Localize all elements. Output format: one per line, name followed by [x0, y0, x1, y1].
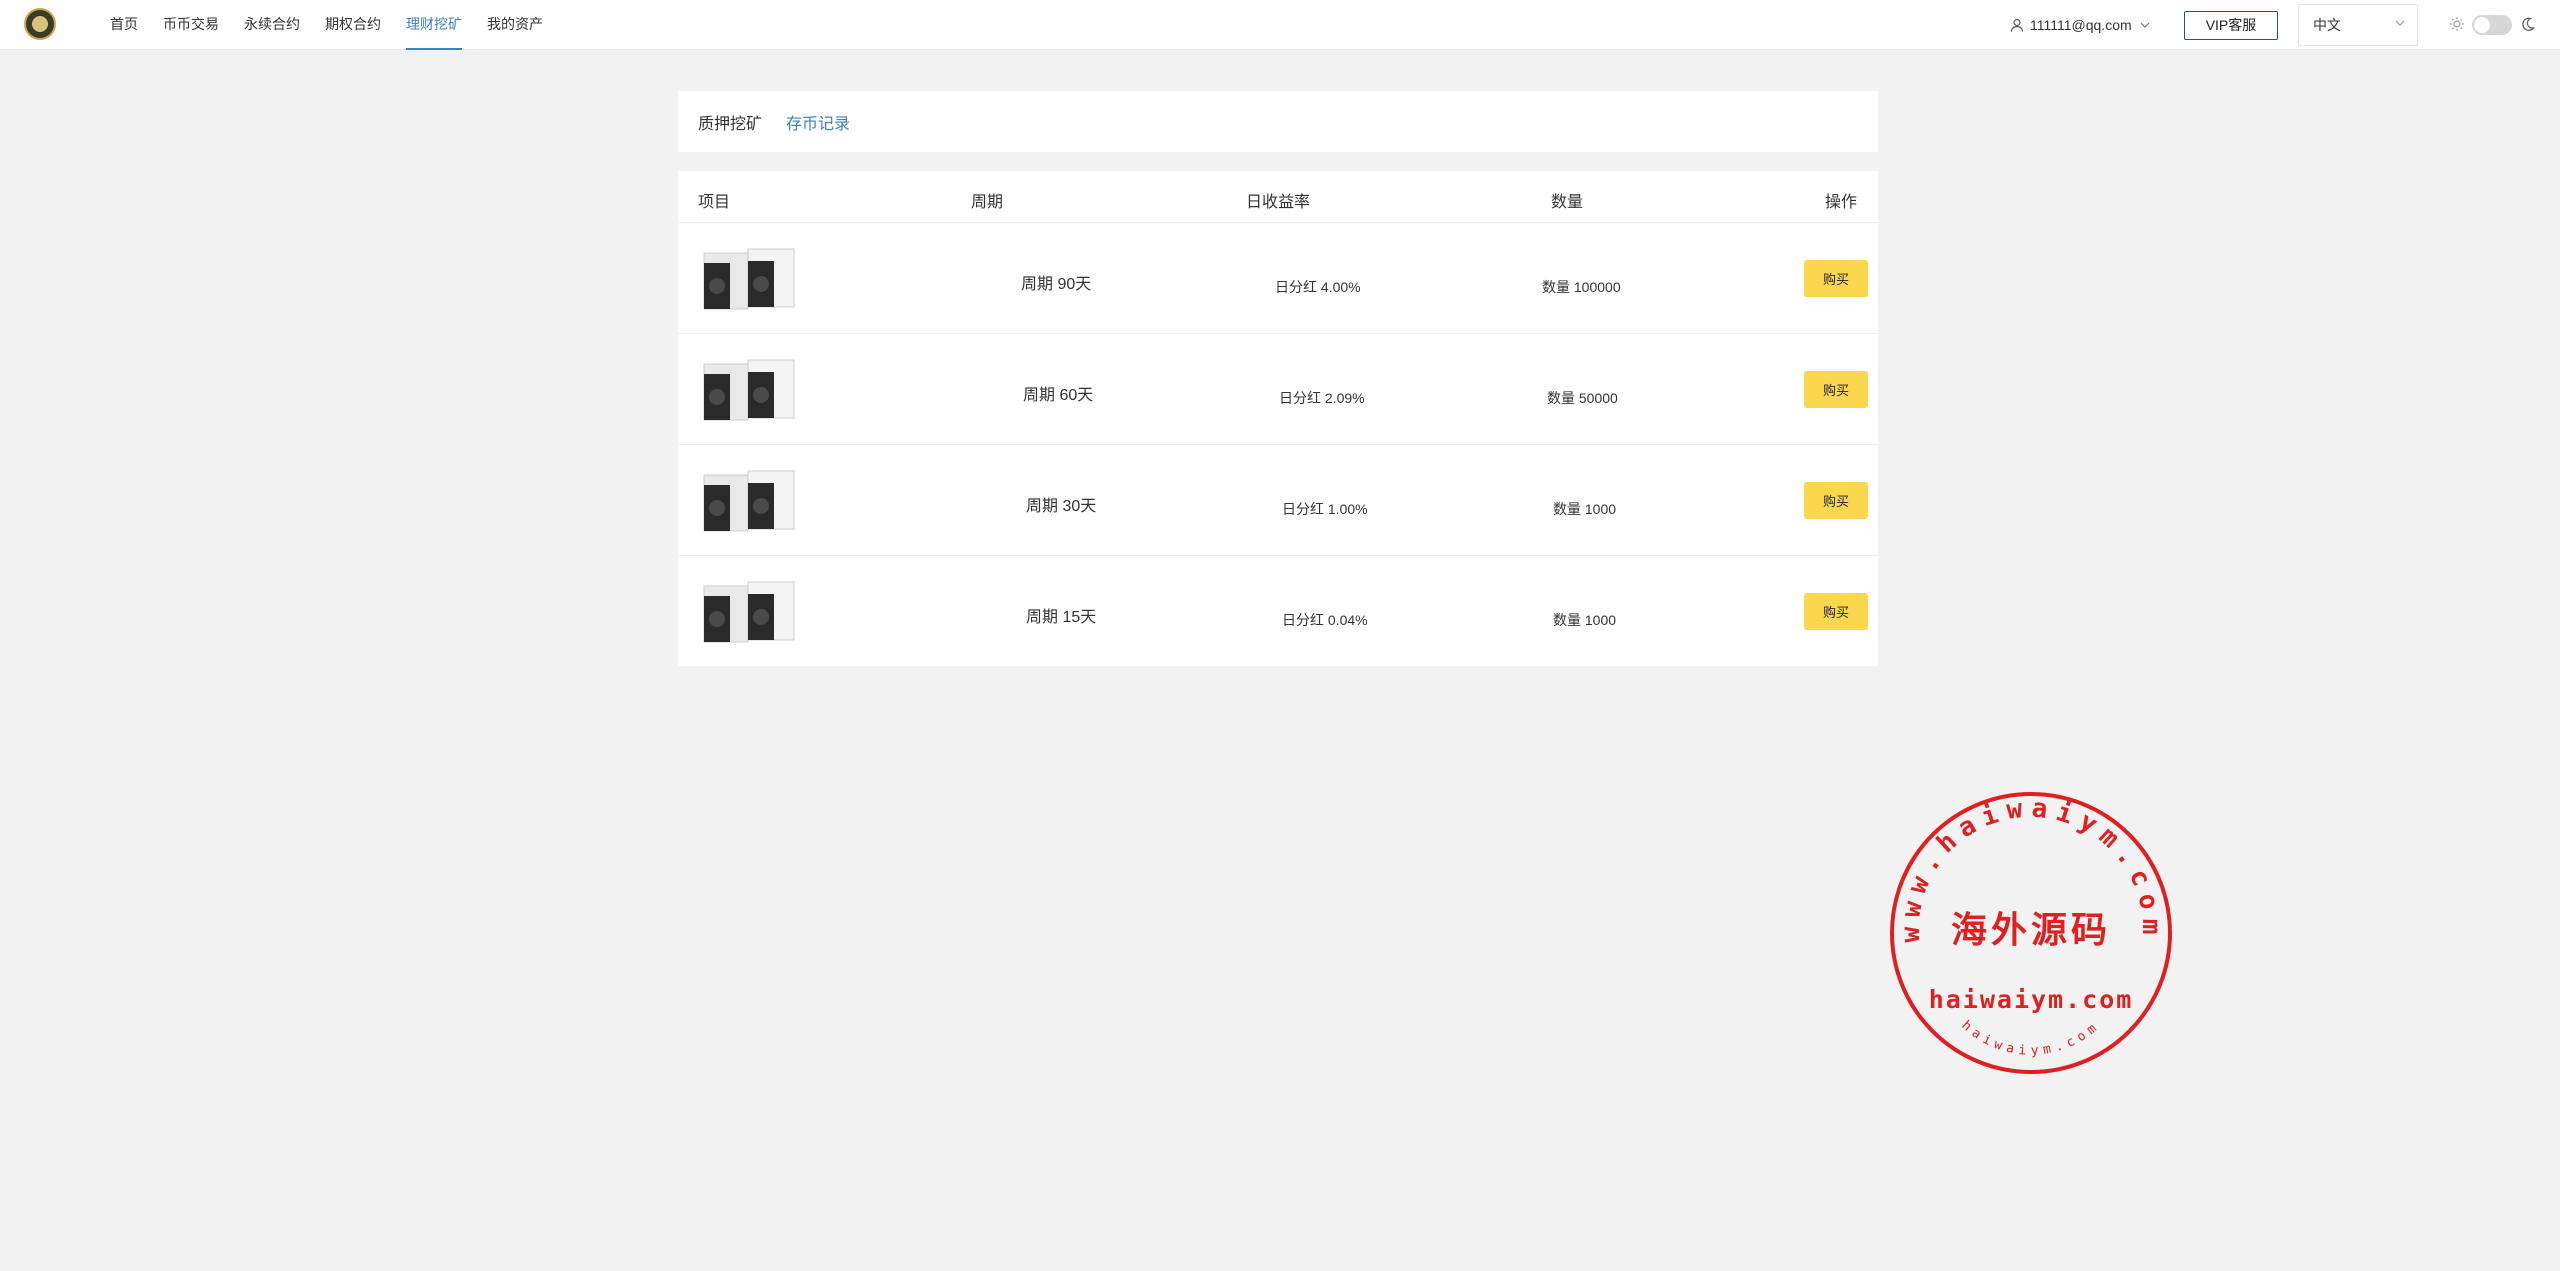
stamp-domain-text: haiwaiym.com	[1929, 985, 2134, 1014]
table-row: 周期 30天 日分红 1.00% 数量 1000 购买	[678, 445, 1878, 556]
nav-item-perpetual-contract[interactable]: 永续合约	[244, 0, 300, 50]
chevron-down-icon	[2140, 22, 2150, 28]
nav-item-finance-mining[interactable]: 理财挖矿	[406, 0, 462, 50]
svg-text:haiwaiym.com: haiwaiym.com	[1959, 1018, 2104, 1059]
nav-item-my-assets[interactable]: 我的资产	[487, 0, 543, 50]
logo-icon[interactable]	[24, 8, 56, 40]
user-icon	[2010, 18, 2024, 32]
table-row: 周期 90天 日分红 4.00% 数量 100000 购买	[678, 223, 1878, 334]
row-daily-rate: 日分红 0.04%	[1282, 612, 1368, 628]
nav-item-options-contract[interactable]: 期权合约	[325, 0, 381, 50]
header-daily-rate: 日收益率	[1246, 194, 1311, 211]
vip-support-button[interactable]: VIP客服	[2184, 11, 2278, 40]
nav-item-home[interactable]: 首页	[110, 0, 138, 50]
buy-button[interactable]: 购买	[1804, 482, 1868, 519]
mining-tabs: 质押挖矿 存币记录	[678, 91, 1878, 152]
stamp-center-text: 海外源码	[1951, 909, 2111, 951]
top-navbar: 首页 币币交易 永续合约 期权合约 理财挖矿 我的资产 111111@qq.co…	[0, 0, 2560, 50]
stamp-small-text: haiwaiym.com	[1959, 1018, 2099, 1059]
mining-machine-image	[703, 470, 795, 532]
language-selected: 中文	[2313, 17, 2341, 33]
header-action: 操作	[1825, 194, 1858, 211]
buy-button[interactable]: 购买	[1804, 260, 1868, 297]
table-row: 周期 60天 日分红 2.09% 数量 50000 购买	[678, 334, 1878, 445]
nav-item-spot-trading[interactable]: 币币交易	[163, 0, 219, 50]
row-period: 周期 60天	[1023, 387, 1094, 404]
header-period: 周期	[971, 194, 1004, 211]
language-select[interactable]: 中文	[2298, 4, 2418, 46]
row-quantity: 数量 1000	[1553, 501, 1617, 517]
mining-machine-image	[703, 581, 795, 643]
header-quantity: 数量	[1551, 194, 1584, 211]
row-quantity: 数量 50000	[1547, 390, 1618, 406]
table-header: 项目 周期 日收益率 数量 操作	[678, 171, 1878, 223]
chevron-down-icon	[2395, 20, 2405, 26]
user-menu[interactable]: 111111@qq.com	[2010, 0, 2156, 50]
watermark-stamp: www.haiwaiym.com 海外源码 haiwaiym.com haiwa…	[1890, 792, 2172, 1074]
table-row: 周期 15天 日分红 0.04% 数量 1000 购买	[678, 556, 1878, 667]
mining-machine-image	[703, 359, 795, 421]
tab-deposit-records[interactable]: 存币记录	[786, 110, 850, 134]
moon-icon	[2522, 17, 2536, 31]
row-period: 周期 90天	[1021, 276, 1092, 293]
mining-machine-image	[703, 248, 795, 310]
buy-button[interactable]: 购买	[1804, 593, 1868, 630]
row-daily-rate: 日分红 4.00%	[1275, 279, 1361, 295]
buy-button[interactable]: 购买	[1804, 371, 1868, 408]
row-daily-rate: 日分红 2.09%	[1279, 390, 1365, 406]
row-period: 周期 15天	[1026, 609, 1097, 626]
header-project: 项目	[698, 194, 731, 211]
mining-products-table: 项目 周期 日收益率 数量 操作 周期 90天 日分红 4.00% 数量 100…	[678, 171, 1878, 666]
theme-toggle[interactable]	[2472, 15, 2512, 35]
row-quantity: 数量 1000	[1553, 612, 1617, 628]
row-quantity: 数量 100000	[1542, 279, 1621, 295]
row-daily-rate: 日分红 1.00%	[1282, 501, 1368, 517]
user-email: 111111@qq.com	[2030, 17, 2132, 33]
main-nav: 首页 币币交易 永续合约 期权合约 理财挖矿 我的资产	[110, 0, 568, 50]
sun-icon	[2450, 17, 2464, 31]
tab-staking-mining[interactable]: 质押挖矿	[698, 110, 762, 134]
row-period: 周期 30天	[1026, 498, 1097, 515]
